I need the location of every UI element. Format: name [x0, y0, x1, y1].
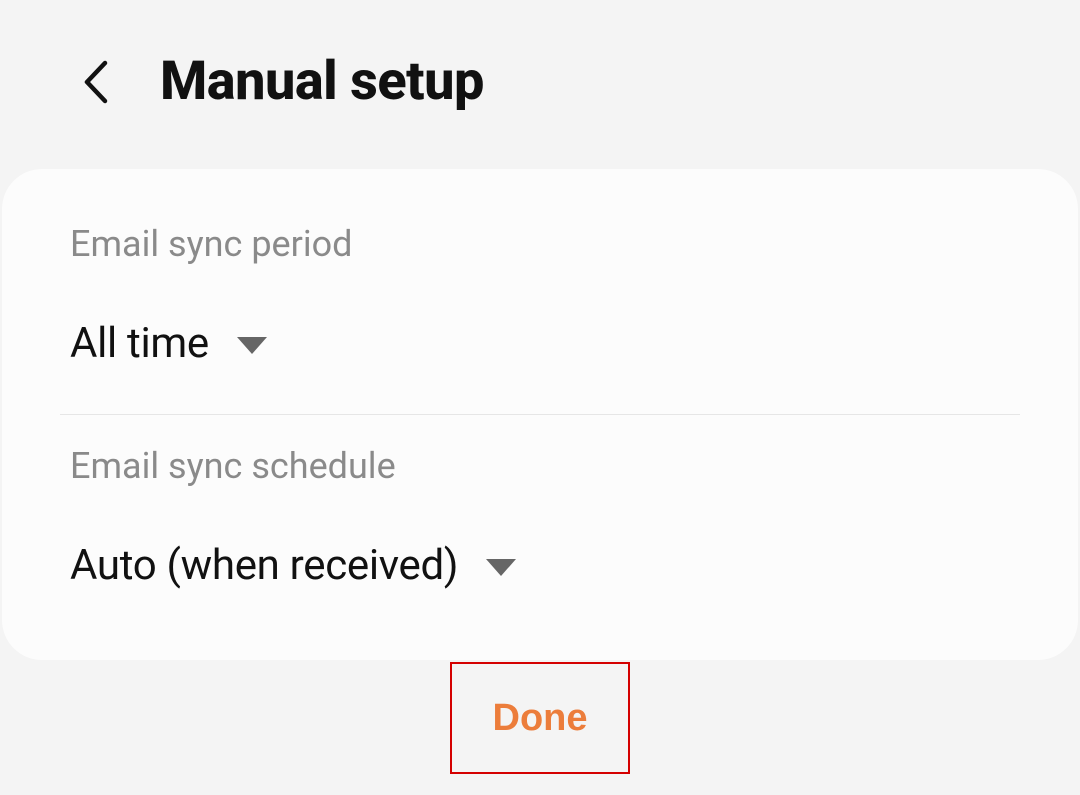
email-sync-schedule-setting[interactable]: Email sync schedule Auto (when received) — [2, 415, 1078, 636]
email-sync-period-label: Email sync period — [70, 223, 1010, 265]
email-sync-schedule-value: Auto (when received) — [70, 541, 458, 590]
done-button[interactable]: Done — [450, 662, 630, 774]
email-sync-period-dropdown[interactable]: All time — [70, 319, 267, 368]
header: Manual setup — [0, 0, 1080, 169]
chevron-left-icon — [81, 59, 109, 105]
back-button[interactable] — [70, 57, 120, 107]
caret-down-icon — [237, 337, 267, 354]
footer: Done — [0, 660, 1080, 774]
email-sync-schedule-label: Email sync schedule — [70, 445, 1010, 487]
page-title: Manual setup — [160, 50, 484, 113]
caret-down-icon — [486, 559, 516, 576]
settings-card: Email sync period All time Email sync sc… — [2, 169, 1078, 660]
email-sync-schedule-dropdown[interactable]: Auto (when received) — [70, 541, 516, 590]
email-sync-period-setting[interactable]: Email sync period All time — [2, 193, 1078, 414]
email-sync-period-value: All time — [70, 319, 209, 368]
